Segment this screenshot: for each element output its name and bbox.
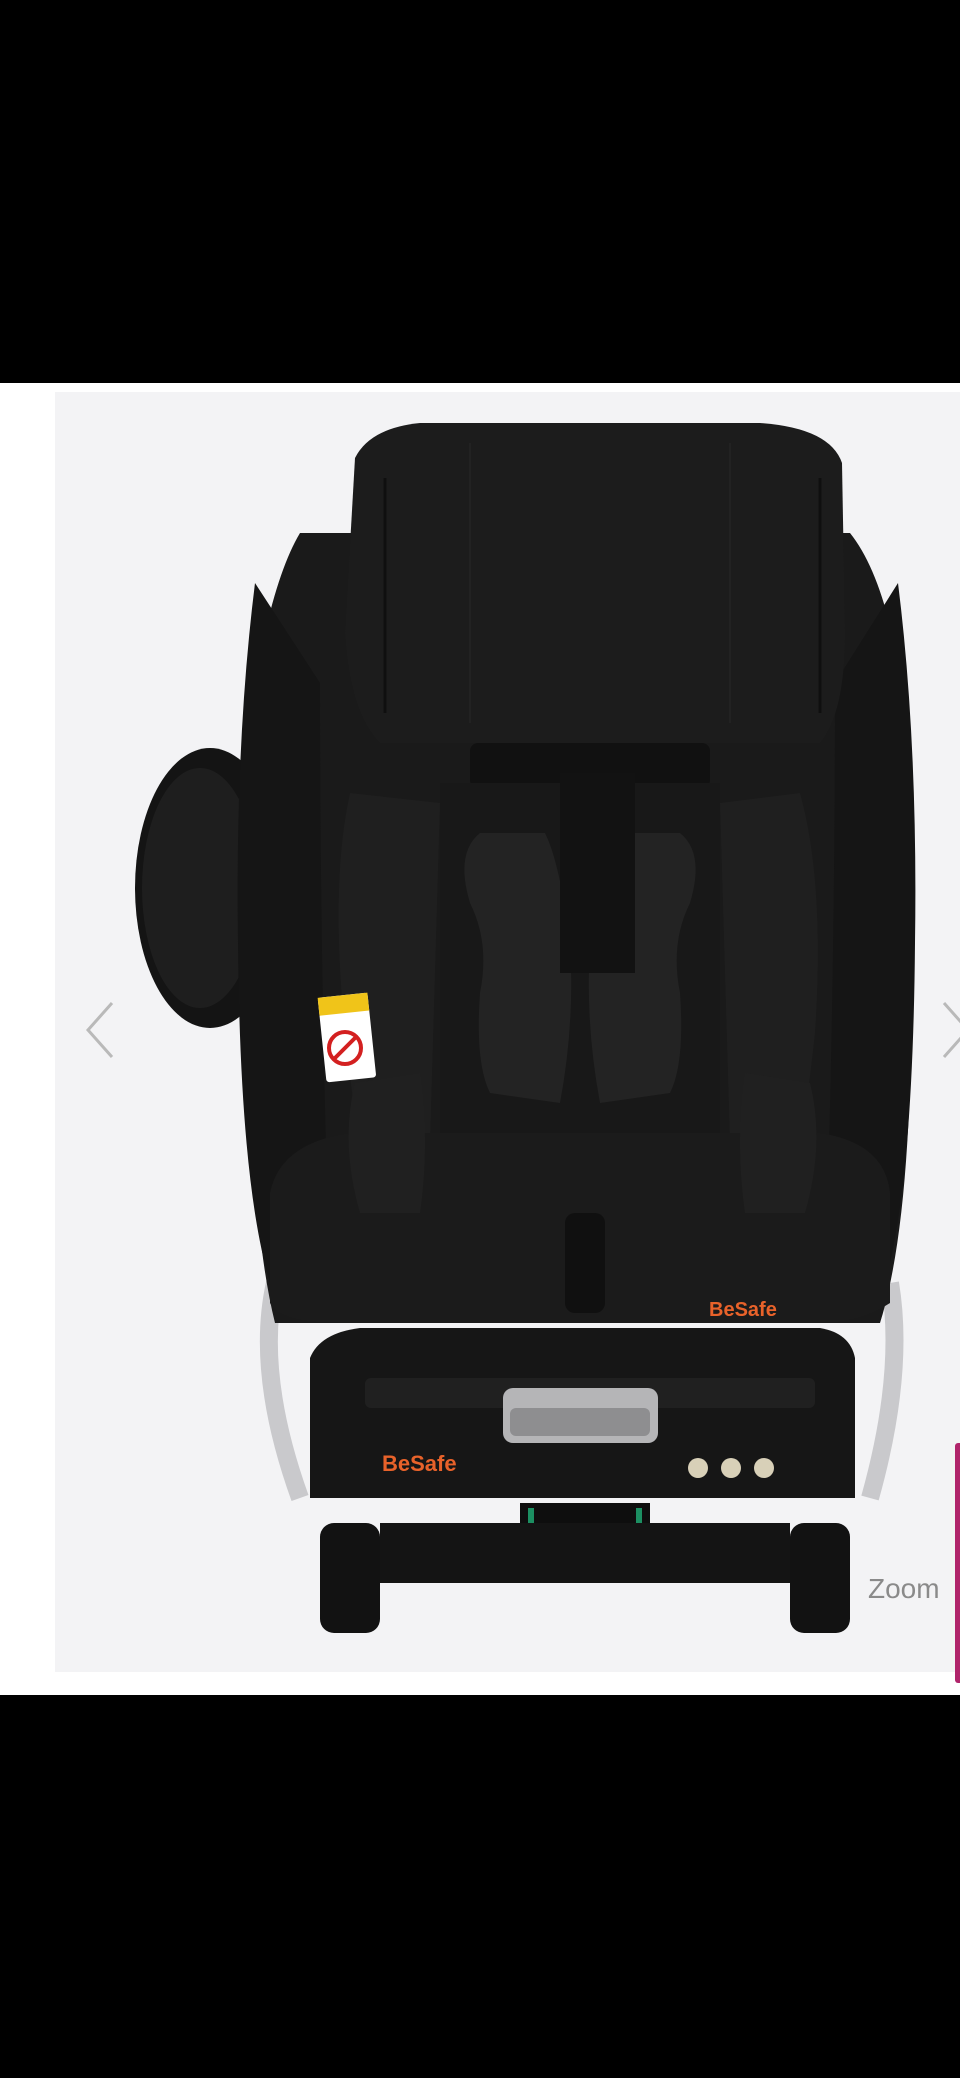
gallery-prev-button[interactable] bbox=[80, 995, 120, 1065]
product-gallery: BeSafe BeSafe Zoom bbox=[0, 383, 960, 1695]
side-drawer-edge[interactable] bbox=[955, 1443, 960, 1683]
zoom-button[interactable]: Zoom bbox=[868, 1573, 940, 1605]
car-seat-image[interactable]: BeSafe BeSafe bbox=[0, 383, 960, 1695]
warning-label bbox=[317, 992, 376, 1083]
gallery-next-button[interactable] bbox=[942, 995, 960, 1065]
chevron-left-icon bbox=[85, 1002, 114, 1058]
chevron-right-icon bbox=[942, 1002, 960, 1058]
top-black-bar bbox=[0, 0, 960, 383]
base-brand-logo: BeSafe bbox=[382, 1451, 457, 1476]
seat-brand-logo: BeSafe bbox=[709, 1299, 777, 1321]
bottom-black-bar bbox=[0, 1695, 960, 2078]
